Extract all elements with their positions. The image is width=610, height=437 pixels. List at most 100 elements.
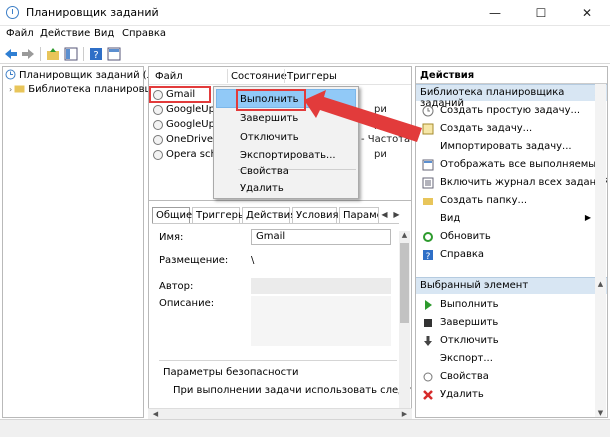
action-end[interactable]: Завершить <box>416 314 607 332</box>
context-delete[interactable]: Удалить <box>240 183 284 194</box>
help-icon[interactable]: ? <box>89 47 103 61</box>
status-bar <box>0 419 610 437</box>
menu-view[interactable]: Вид <box>94 28 114 39</box>
author-label: Автор: <box>159 281 194 292</box>
action-create-task[interactable]: Создать задачу... <box>416 120 607 138</box>
tree-root-node[interactable]: Планировщик заданий (Лок <box>5 69 166 81</box>
stop-icon <box>424 319 432 327</box>
tab-baseline <box>152 223 399 224</box>
context-properties[interactable]: Свойства <box>240 166 289 177</box>
tree-library-node[interactable]: › Библиотека планировщ <box>9 83 154 95</box>
actions-panel: Действия Библиотека планировщика заданий… <box>415 66 608 418</box>
console-icon[interactable] <box>107 47 121 61</box>
window-title: Планировщик заданий <box>26 6 159 19</box>
scroll-up-icon[interactable]: ▲ <box>399 231 410 239</box>
column-divider <box>284 69 285 83</box>
svg-text:?: ? <box>93 50 98 61</box>
clock-icon <box>5 69 16 80</box>
up-folder-icon[interactable] <box>46 47 60 61</box>
context-disable[interactable]: Отключить <box>240 132 299 143</box>
action-delete[interactable]: Удалить <box>416 386 607 404</box>
back-icon[interactable] <box>4 47 18 61</box>
toolbar-separator <box>40 47 41 61</box>
horizontal-scrollbar[interactable]: ◀ ▶ <box>148 408 412 419</box>
expand-chevron-icon[interactable]: › <box>9 85 12 94</box>
tab-actions[interactable]: Действия <box>242 207 296 224</box>
tab-triggers[interactable]: Триггеры <box>192 207 246 224</box>
scroll-up-icon[interactable]: ▲ <box>595 280 606 288</box>
minimize-button[interactable]: — <box>472 0 518 26</box>
scroll-left-icon[interactable]: ◀ <box>150 410 161 418</box>
task-list-header: Файл Состояние Триггеры <box>149 67 411 85</box>
action-export[interactable]: Экспорт... <box>416 350 607 368</box>
run-icon <box>425 300 432 310</box>
task-clock-icon <box>153 105 163 115</box>
list-icon <box>422 159 434 171</box>
scroll-down-icon[interactable]: ▼ <box>595 409 606 417</box>
menu-bar: Файл Действие Вид Справка <box>0 26 610 44</box>
context-export[interactable]: Экспортировать... <box>240 150 336 161</box>
tab-general[interactable]: Общие <box>152 207 192 224</box>
tab-scroll-left-icon[interactable]: ◀ <box>379 209 390 221</box>
location-label: Размещение: <box>159 255 229 266</box>
view-icon <box>422 213 434 225</box>
task-scheduler-window: Планировщик заданий — ☐ ✕ Файл Действие … <box>0 0 610 437</box>
action-display-running[interactable]: Отображать все выполняемы... <box>416 156 607 174</box>
security-text: При выполнении задачи использовать следу… <box>173 385 411 396</box>
action-refresh[interactable]: Обновить <box>416 228 607 246</box>
forward-icon[interactable] <box>21 47 35 61</box>
clock-icon <box>6 6 19 19</box>
actions-scrollbar[interactable]: ▲ ▼ <box>595 84 606 417</box>
export-icon <box>422 353 434 365</box>
disable-icon <box>424 336 432 346</box>
toolbar-separator <box>83 47 84 61</box>
action-create-folder[interactable]: Создать папку... <box>416 192 607 210</box>
task-clock-icon <box>153 120 163 130</box>
section-selected-item[interactable]: Выбранный элемент▲ <box>416 277 607 294</box>
help-icon: ? <box>423 250 433 261</box>
menu-file[interactable]: Файл <box>6 28 34 39</box>
action-run[interactable]: Выполнить <box>416 296 607 314</box>
action-view[interactable]: Вид ▶ <box>416 210 607 228</box>
gmail-highlight-box <box>149 86 211 103</box>
tab-scroll-right-icon[interactable]: ▶ <box>391 209 402 221</box>
tab-conditions[interactable]: Условия <box>292 207 339 224</box>
menu-action[interactable]: Действие <box>40 28 90 39</box>
section-library[interactable]: Библиотека планировщика заданий▲ <box>416 84 607 109</box>
tab-parameters[interactable]: Параметр <box>339 207 379 224</box>
delete-icon <box>423 390 433 400</box>
column-state[interactable]: Состояние <box>231 71 287 82</box>
security-title: Параметры безопасности <box>163 367 299 378</box>
location-value: \ <box>251 255 255 266</box>
title-bar: Планировщик заданий — ☐ ✕ <box>0 0 610 26</box>
action-help[interactable]: ? Справка <box>416 246 607 264</box>
action-enable-history[interactable]: Включить журнал всех заданий <box>416 174 607 192</box>
show-hide-tree-icon[interactable] <box>64 47 78 61</box>
description-field[interactable] <box>251 296 391 346</box>
description-label: Описание: <box>159 298 215 309</box>
context-end[interactable]: Завершить <box>240 113 298 124</box>
folder-icon <box>14 85 25 93</box>
name-field[interactable]: Gmail <box>251 229 391 245</box>
refresh-icon <box>423 232 433 242</box>
toolbar: ? <box>0 44 610 64</box>
column-file[interactable]: Файл <box>155 71 183 82</box>
scroll-thumb[interactable] <box>400 243 409 323</box>
action-import-task[interactable]: Импортировать задачу... <box>416 138 607 156</box>
column-triggers[interactable]: Триггеры <box>287 71 337 82</box>
folder-icon <box>423 198 433 205</box>
task-clock-icon <box>153 135 163 145</box>
close-button[interactable]: ✕ <box>564 0 610 26</box>
scroll-right-icon[interactable]: ▶ <box>399 410 410 418</box>
submenu-arrow-icon: ▶ <box>584 213 591 222</box>
action-create-basic-task[interactable]: Создать простую задачу... <box>416 102 607 120</box>
menu-help[interactable]: Справка <box>122 28 166 39</box>
detail-vertical-scrollbar[interactable]: ▲ ▼ <box>399 231 410 417</box>
properties-icon <box>423 372 433 382</box>
author-field-blurred <box>251 278 391 294</box>
maximize-button[interactable]: ☐ <box>518 0 564 26</box>
action-disable[interactable]: Отключить <box>416 332 607 350</box>
actions-title: Действия <box>416 67 607 84</box>
column-divider <box>227 69 228 83</box>
action-properties[interactable]: Свойства <box>416 368 607 386</box>
